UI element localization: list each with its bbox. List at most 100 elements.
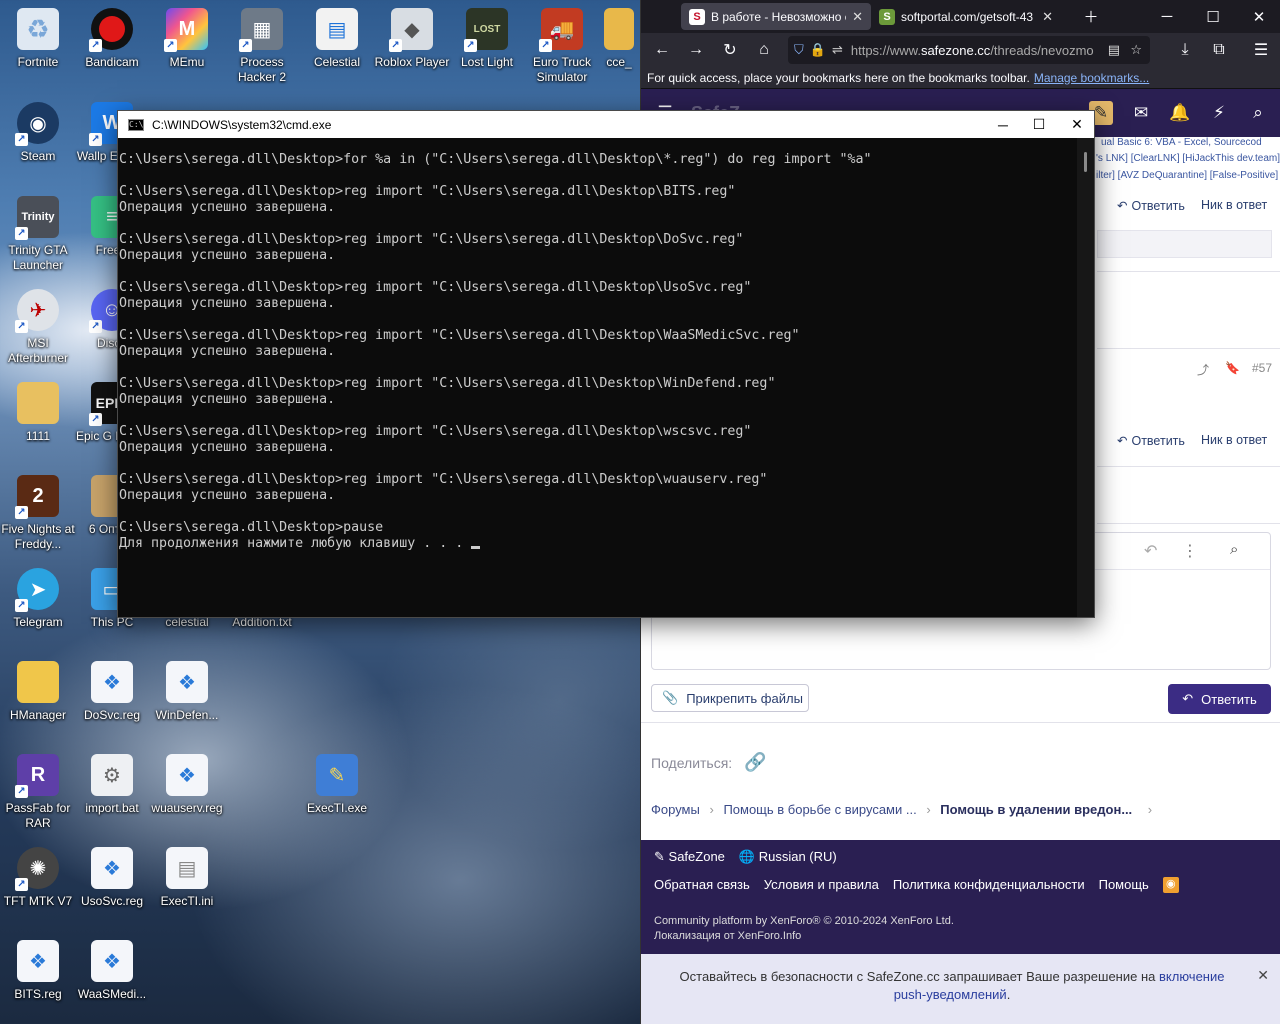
desktop-icon-trinity[interactable]: Trinity Trinity GTA Launcher (0, 190, 76, 278)
share-icon[interactable]: ⤴ (1197, 361, 1209, 378)
console-line: Операция успешно завершена. (119, 248, 1076, 264)
attach-files-button[interactable]: 📎 Прикрепить файлы (651, 684, 809, 712)
desktop-icon-telegram[interactable]: ➤ Telegram (0, 562, 76, 650)
close-tab-icon[interactable]: ✕ (852, 9, 863, 25)
footer-brand-link[interactable]: ✎ SafeZone (654, 849, 725, 865)
desktop-icon-lost-light[interactable]: LOST Lost Light (449, 2, 525, 90)
scrollbar[interactable] (1077, 138, 1094, 617)
console-line-text: C:\Users\serega.dll\Desktop>reg import "… (119, 184, 736, 199)
close-tab-icon[interactable]: ✕ (1042, 9, 1053, 25)
new-tab-icon[interactable]: ＋ (1069, 0, 1113, 33)
bookmark-icon[interactable]: 🔖 (1225, 361, 1240, 375)
language-selector[interactable]: 🌐 Russian (RU) (739, 849, 837, 865)
search-icon[interactable]: ⌕ (1246, 101, 1270, 125)
registry-file-icon: ❖ (91, 661, 133, 703)
desktop-icon-bandicam[interactable]: Bandicam (74, 2, 150, 90)
desktop-icon-fnaf[interactable]: 2 Five Nights at Freddy... (0, 469, 76, 557)
msi-afterburner-icon: ✈ (15, 289, 59, 333)
extensions-icon[interactable]: ⧉ (1202, 33, 1236, 67)
rss-icon[interactable]: ◉ (1162, 877, 1179, 893)
close-icon[interactable]: ✕ (1058, 111, 1096, 138)
desktop-icon-celestial[interactable]: ▤ Celestial (299, 2, 375, 90)
reply-action[interactable]: ↶ Ответить (1117, 198, 1185, 214)
nick-reply-action[interactable]: Ник в ответ (1201, 198, 1267, 212)
more-options-icon[interactable]: ⋮ (1182, 541, 1198, 561)
desktop-icon-execti-ini[interactable]: ▤ ExecTI.ini (149, 841, 225, 929)
desktop-icon-waasmedic-reg[interactable]: ❖ WaaSMedi... (74, 934, 150, 1022)
desktop-icon-bits-reg[interactable]: ❖ BITS.reg (0, 934, 76, 1022)
console-line-text: C:\Users\serega.dll\Desktop>reg import "… (119, 280, 752, 295)
maximize-icon[interactable]: ☐ (1020, 111, 1058, 138)
reply-button[interactable]: ↶ Ответить (1168, 684, 1271, 714)
footer-localization[interactable]: Локализация от XenForo.Info (654, 929, 954, 944)
scrollbar-thumb[interactable] (1084, 152, 1087, 172)
desktop-icon-msi-afterburner[interactable]: ✈ MSI Afterburner (0, 283, 76, 371)
footer-link-feedback[interactable]: Обратная связь (654, 877, 750, 893)
desktop-icon-roblox[interactable]: ◆ Roblox Player (374, 2, 450, 90)
preview-icon[interactable]: ⌕ (1230, 541, 1238, 558)
desktop-icon-euro-truck[interactable]: 🚚 Euro Truck Simulator (524, 2, 600, 90)
breadcrumb-forums[interactable]: Форумы (651, 802, 700, 817)
registry-file-icon: ❖ (166, 754, 208, 796)
back-icon[interactable]: ← (645, 33, 679, 67)
desktop-icon-1111[interactable]: 1111 (0, 376, 76, 464)
console-line: C:\Users\serega.dll\Desktop>reg import "… (119, 376, 1076, 392)
cmd-title: C:\WINDOWS\system32\cmd.exe (152, 117, 332, 132)
shield-icon: ⛉ (794, 42, 804, 57)
reply-action[interactable]: ↶ Ответить (1117, 433, 1185, 449)
desktop-icon-usosvc-reg[interactable]: ❖ UsoSvc.reg (74, 841, 150, 929)
footer-link-terms[interactable]: Условия и правила (764, 877, 879, 893)
signature-line[interactable]: ual Basic 6: VBA - Excel, Sourcecod (1101, 137, 1276, 148)
manage-bookmarks-link[interactable]: Manage bookmarks... (1034, 71, 1149, 85)
console-line: C:\Users\serega.dll\Desktop>reg import "… (119, 184, 1076, 200)
home-icon[interactable]: ⌂ (747, 33, 781, 67)
menu-icon[interactable]: ☰ (1244, 33, 1278, 67)
tool-links[interactable]: 's LNK] [ClearLNK] [HiJackThis dev.team] (1096, 153, 1280, 164)
desktop-icon-steam[interactable]: ◉ Steam (0, 96, 76, 184)
tab-safezone[interactable]: S В работе - Невозможно с ✕ (681, 3, 871, 30)
minimize-icon[interactable]: ─ (984, 111, 1022, 138)
bookmark-star-icon[interactable]: ☆ (1130, 42, 1142, 58)
reload-icon[interactable]: ↻ (713, 33, 747, 67)
footer-link-help[interactable]: Помощь (1099, 877, 1149, 893)
desktop-icon-tft-mtk[interactable]: ✺ TFT MTK V7 (0, 841, 76, 929)
breadcrumb-virus-help[interactable]: Помощь в борьбе с вирусами ... (723, 802, 916, 817)
desktop-icon-passfab[interactable]: R PassFab for RAR (0, 748, 76, 836)
desktop-icon-process-hacker[interactable]: ▦ Process Hacker 2 (224, 2, 300, 90)
mail-icon[interactable]: ✉ (1129, 101, 1153, 125)
reader-view-icon[interactable]: ▤ (1108, 42, 1120, 58)
cmd-titlebar[interactable]: C:\ C:\WINDOWS\system32\cmd.exe ─ ☐ ✕ (118, 111, 1094, 138)
desktop-icon-memu[interactable]: M MEmu (149, 2, 225, 90)
tool-links-2[interactable]: ilter] [AVZ DeQuarantine] [False-Positiv… (1096, 170, 1278, 181)
console-line-text: Операция успешно завершена. (119, 344, 336, 359)
minimize-icon[interactable]: ─ (1145, 0, 1189, 33)
footer-link-privacy[interactable]: Политика конфиденциальности (893, 877, 1085, 893)
maximize-icon[interactable]: ☐ (1191, 0, 1235, 33)
desktop-icon-cce[interactable]: cce_ (598, 2, 640, 90)
nick-reply-action[interactable]: Ник в ответ (1201, 433, 1267, 447)
footer-copyright[interactable]: Community platform by XenForo® © 2010-20… (654, 914, 954, 929)
close-window-icon[interactable]: ✕ (1237, 0, 1280, 33)
desktop-icon-dosvc-reg[interactable]: ❖ DoSvc.reg (74, 655, 150, 743)
safezone-favicon: S (689, 8, 705, 25)
console-output[interactable]: C:\Users\serega.dll\Desktop>for %a in ("… (118, 138, 1077, 617)
post-number[interactable]: #57 (1252, 361, 1272, 375)
forward-icon[interactable]: → (679, 33, 713, 67)
url-bar[interactable]: ⛉ 🔒 ⇌ https://www.safezone.cc/threads/ne… (788, 36, 1150, 64)
undo-icon[interactable]: ↶ (1144, 541, 1157, 561)
close-notice-icon[interactable]: ✕ (1257, 966, 1269, 984)
bell-icon[interactable]: 🔔 (1168, 101, 1192, 125)
link-icon[interactable]: 🔗 (744, 752, 766, 772)
desktop-icon-import-bat[interactable]: ⚙ import.bat (74, 748, 150, 836)
desktop-icon-execti-exe[interactable]: ✎ ExecTI.exe (299, 748, 375, 836)
cmd-window[interactable]: C:\ C:\WINDOWS\system32\cmd.exe ─ ☐ ✕ C:… (117, 110, 1095, 618)
downloads-icon[interactable]: ⤓ (1168, 33, 1202, 67)
lightning-icon[interactable]: ⚡ (1207, 101, 1231, 125)
desktop-icon-fortnite[interactable]: ♻ Fortnite (0, 2, 76, 90)
desktop-icon-windefend-reg[interactable]: ❖ WinDefen... (149, 655, 225, 743)
tab-softportal[interactable]: S softportal.com/getsoft-43 ✕ (871, 0, 1061, 33)
breadcrumb-removal-help[interactable]: Помощь в удалении вредон... (940, 802, 1132, 817)
desktop-icon-hmanager[interactable]: HManager (0, 655, 76, 743)
desktop-icon-wuauserv-reg[interactable]: ❖ wuauserv.reg (149, 748, 225, 836)
console-line: C:\Users\serega.dll\Desktop>reg import "… (119, 424, 1076, 440)
